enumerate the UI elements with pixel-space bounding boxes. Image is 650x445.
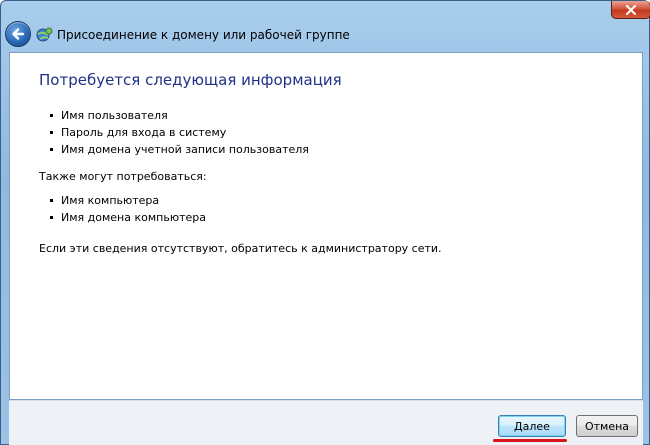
list-item-label: Имя компьютера xyxy=(61,194,160,207)
list-item: Имя домена учетной записи пользователя xyxy=(50,141,309,158)
optional-info-list: Имя компьютера Имя домена компьютера xyxy=(50,192,206,226)
also-required-label: Также могут потребоваться: xyxy=(39,170,207,183)
required-info-list: Имя пользователя Пароль для входа в сист… xyxy=(50,107,309,158)
bullet-icon xyxy=(50,199,53,202)
list-item: Имя пользователя xyxy=(50,107,309,124)
bullet-icon xyxy=(50,216,53,219)
window-title: Присоединение к домену или рабочей групп… xyxy=(57,28,350,42)
title-bar: Присоединение к домену или рабочей групп… xyxy=(1,1,650,51)
bullet-icon xyxy=(50,131,53,134)
list-item: Имя компьютера xyxy=(50,192,206,209)
highlight-underline xyxy=(493,439,567,442)
list-item: Пароль для входа в систему xyxy=(50,124,309,141)
cancel-button[interactable]: Отмена xyxy=(576,415,638,437)
close-icon xyxy=(626,4,636,15)
bullet-icon xyxy=(50,148,53,151)
close-button[interactable] xyxy=(611,1,650,19)
list-item-label: Пароль для входа в систему xyxy=(61,126,227,139)
list-item-label: Имя пользователя xyxy=(61,109,168,122)
back-arrow-icon xyxy=(12,28,25,40)
bullet-icon xyxy=(50,114,53,117)
network-join-icon xyxy=(36,27,53,42)
button-bar: Далее Отмена xyxy=(9,400,643,445)
content-panel: Потребуется следующая информация Имя пол… xyxy=(9,52,643,400)
back-button[interactable] xyxy=(5,21,31,47)
contact-admin-note: Если эти сведения отсутствуют, обратитес… xyxy=(39,242,442,255)
list-item-label: Имя домена компьютера xyxy=(61,211,206,224)
list-item: Имя домена компьютера xyxy=(50,209,206,226)
list-item-label: Имя домена учетной записи пользователя xyxy=(61,143,309,156)
wizard-window: Присоединение к домену или рабочей групп… xyxy=(0,0,650,445)
page-heading: Потребуется следующая информация xyxy=(39,71,342,89)
next-button[interactable]: Далее xyxy=(498,415,566,437)
